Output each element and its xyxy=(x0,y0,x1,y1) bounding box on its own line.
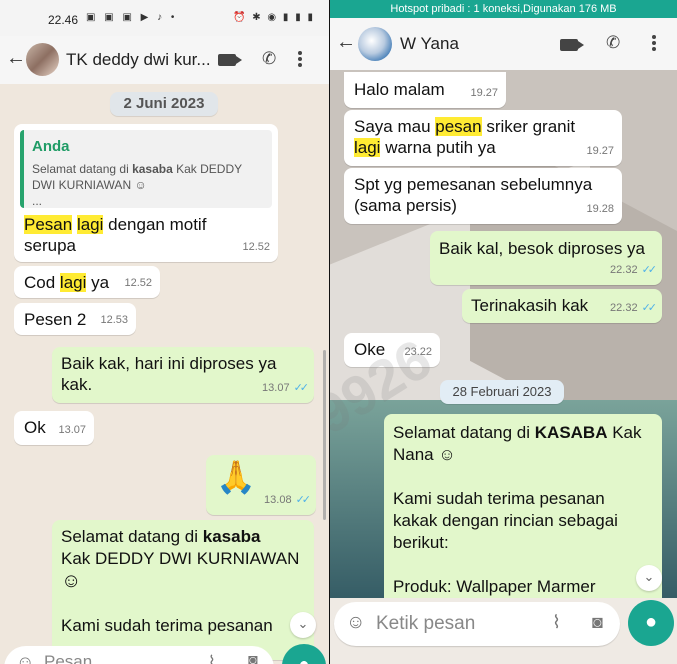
message-text: Selamat datang di KASABA Kak Nana ☺ Kami… xyxy=(393,423,642,596)
status-time: 22.46 xyxy=(48,13,79,27)
contact-name[interactable]: W Yana xyxy=(400,34,459,54)
message-time: 13.07 xyxy=(58,424,86,436)
quote-author: Anda xyxy=(32,138,70,155)
praying-hands-emoji: 🙏 xyxy=(216,459,256,495)
message-input[interactable]: Ketik pesan xyxy=(376,613,475,635)
left-chat-screen: 22.46 ▣ ▣ ▣ ▶ ♪ • ⏰ ✱ ◉ ▮ ▮ ▮ ← TK deddy… xyxy=(0,0,329,664)
message-text: Halo malam xyxy=(354,80,445,99)
contact-name[interactable]: TK deddy dwi kur... xyxy=(66,50,211,70)
message-input[interactable]: Pesan xyxy=(44,652,92,664)
notification-icons: ▣ ▣ ▣ ▶ ♪ • xyxy=(86,12,178,23)
message-time: 12.52 xyxy=(242,241,270,253)
message-text: Selamat datang di kasaba Kak DEDDY DWI K… xyxy=(61,527,300,635)
message-time: 22.32 ✓✓ xyxy=(610,302,658,314)
message-time: 19.27 xyxy=(470,87,498,99)
right-chat-screen: Hotspot pribadi : 1 koneksi,Digunakan 17… xyxy=(330,0,677,664)
hotspot-status-bar: Hotspot pribadi : 1 koneksi,Digunakan 17… xyxy=(330,0,677,18)
date-chip: 28 Februari 2023 xyxy=(440,380,564,404)
message-bubble-incoming[interactable]: Saya mau pesan sriker granit lagi warna p… xyxy=(344,110,622,166)
message-bubble-outgoing[interactable]: 🙏 13.08 ✓✓ xyxy=(206,455,316,515)
message-bubble-incoming[interactable]: Ok 13.07 xyxy=(14,411,94,445)
message-bubble-incoming[interactable]: Pesen 2 12.53 xyxy=(14,303,136,335)
avatar[interactable] xyxy=(358,27,392,61)
message-time: 12.52 xyxy=(124,277,152,289)
message-bubble-outgoing[interactable]: Selamat datang di KASABA Kak Nana ☺ Kami… xyxy=(384,414,662,598)
message-time: 23.22 xyxy=(404,346,432,358)
message-text: Ok xyxy=(24,418,46,437)
message-text: Cod lagi ya xyxy=(24,273,110,292)
read-ticks-icon: ✓✓ xyxy=(293,382,310,394)
message-bubble-incoming[interactable]: Cod lagi ya 12.52 xyxy=(14,266,160,298)
phone-icon[interactable]: ✆ xyxy=(262,49,276,69)
emoji-icon[interactable]: ☺ xyxy=(16,652,34,664)
quote-text: Selamat datang di kasaba Kak DEDDY DWI K… xyxy=(32,162,242,208)
message-input-bar[interactable]: ☺ Ketik pesan ⌇ ◙ xyxy=(334,602,620,646)
message-bubble-incoming[interactable]: Spt yg pemesanan sebelumnya (sama persis)… xyxy=(344,168,622,224)
status-bar: 22.46 ▣ ▣ ▣ ▶ ♪ • ⏰ ✱ ◉ ▮ ▮ ▮ xyxy=(0,0,329,36)
emoji-icon[interactable]: ☺ xyxy=(346,612,365,634)
read-ticks-icon: ✓✓ xyxy=(641,302,658,314)
scrollbar[interactable] xyxy=(323,350,326,520)
mic-button[interactable]: ● xyxy=(628,600,674,646)
camera-icon[interactable]: ◙ xyxy=(248,652,258,664)
back-arrow-icon[interactable]: ← xyxy=(6,47,26,70)
message-bubble-outgoing[interactable]: Terinakasih kak 22.32 ✓✓ xyxy=(462,289,662,323)
message-time: 19.28 xyxy=(586,203,614,215)
message-text: Pesen 2 xyxy=(24,310,87,329)
video-call-icon[interactable] xyxy=(218,54,242,66)
message-time: 13.08 ✓✓ xyxy=(264,494,312,506)
system-icons: ⏰ ✱ ◉ ▮ ▮ ▮ xyxy=(233,12,315,23)
phone-icon[interactable]: ✆ xyxy=(606,33,620,53)
message-bubble-incoming[interactable]: Oke 23.22 xyxy=(344,333,440,367)
attach-icon[interactable]: ⌇ xyxy=(208,652,216,664)
message-time: 22.32 ✓✓ xyxy=(610,264,658,276)
attach-icon[interactable]: ⌇ xyxy=(552,612,561,633)
message-time: 12.53 xyxy=(100,314,128,326)
avatar[interactable] xyxy=(26,43,59,76)
chat-header: ← TK deddy dwi kur... ✆ xyxy=(0,36,329,84)
menu-dots-icon[interactable] xyxy=(652,35,656,53)
read-ticks-icon: ✓✓ xyxy=(295,494,312,506)
message-text: Spt yg pemesanan sebelumnya (sama persis) xyxy=(354,175,593,215)
date-chip: 2 Juni 2023 xyxy=(110,92,218,116)
back-arrow-icon[interactable]: ← xyxy=(336,31,356,54)
mic-icon: ● xyxy=(644,611,658,633)
quoted-message[interactable]: Anda Selamat datang di kasaba Kak DEDDY … xyxy=(20,130,272,208)
message-bubble-incoming[interactable]: Anda Selamat datang di kasaba Kak DEDDY … xyxy=(14,124,278,262)
message-text: Pesan lagi dengan motif serupa xyxy=(24,215,207,255)
menu-dots-icon[interactable] xyxy=(298,51,302,69)
scroll-down-button[interactable]: ⌄ xyxy=(636,565,662,591)
message-time: 13.07 ✓✓ xyxy=(262,382,310,394)
scroll-down-button[interactable]: ⌄ xyxy=(290,612,316,638)
mic-icon: ● xyxy=(298,654,310,664)
message-text: Saya mau pesan sriker granit lagi warna p… xyxy=(354,117,576,157)
camera-icon[interactable]: ◙ xyxy=(592,612,603,633)
read-ticks-icon: ✓✓ xyxy=(641,264,658,276)
message-bubble-outgoing[interactable]: Selamat datang di kasaba Kak DEDDY DWI K… xyxy=(52,520,314,660)
message-input-bar[interactable]: ☺ Pesan ⌇ ◙ xyxy=(4,646,274,664)
message-text: Oke xyxy=(354,340,386,359)
video-call-icon[interactable] xyxy=(560,39,584,51)
message-bubble-incoming[interactable]: Halo malam 19.27 xyxy=(344,72,506,108)
message-bubble-outgoing[interactable]: Baik kal, besok diproses ya 22.32 ✓✓ xyxy=(430,231,662,285)
message-text: Terinakasih kak xyxy=(471,296,589,315)
message-text: Baik kal, besok diproses ya xyxy=(439,239,645,258)
message-text: Baik kak, hari ini diproses ya kak. xyxy=(61,354,277,394)
message-bubble-outgoing[interactable]: Baik kak, hari ini diproses ya kak. 13.07… xyxy=(52,347,314,403)
message-time: 19.27 xyxy=(586,145,614,157)
chat-header: ← W Yana ✆ xyxy=(330,18,677,70)
